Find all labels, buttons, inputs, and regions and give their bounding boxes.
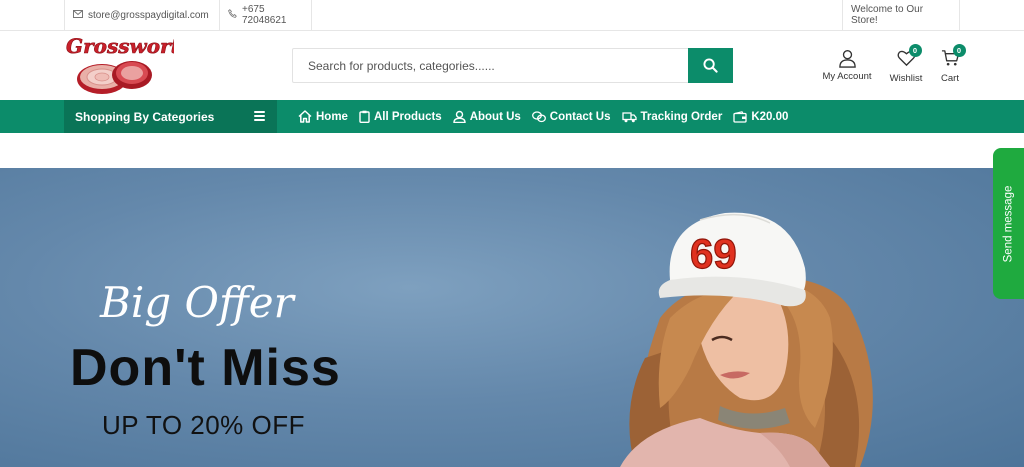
logo[interactable]: Grossworth <box>62 33 195 99</box>
nav-links: Home All Products About Us Contact Us Tr… <box>298 100 799 133</box>
wishlist-link[interactable]: 0 Wishlist <box>886 44 926 84</box>
main-nav: Shopping By Categories Home All Products… <box>0 100 1024 133</box>
hero-script-text: Big Offer <box>100 278 294 327</box>
welcome-message: Welcome to Our Store! <box>842 0 960 30</box>
search-bar <box>292 48 733 83</box>
home-icon <box>298 110 312 123</box>
wishlist-icon-wrap: 0 <box>897 44 922 70</box>
cap-number-text: 69 <box>690 230 737 277</box>
nav-wallet-label: K20.00 <box>751 110 789 123</box>
cart-label: Cart <box>941 73 959 84</box>
nav-tracking-order[interactable]: Tracking Order <box>621 110 723 123</box>
cart-count-badge: 0 <box>952 44 966 57</box>
hero-model-image: 69 <box>620 212 873 467</box>
hamburger-icon <box>254 111 265 121</box>
wishlist-label: Wishlist <box>889 73 923 84</box>
chat-icon <box>531 110 546 122</box>
nav-all-products[interactable]: All Products <box>359 110 442 123</box>
nav-contact-us-label: Contact Us <box>549 110 611 123</box>
search-input[interactable] <box>293 49 689 82</box>
wishlist-count-badge: 0 <box>908 44 922 57</box>
user-circle-icon <box>452 110 466 123</box>
nav-contact-us[interactable]: Contact Us <box>531 110 611 123</box>
user-icon <box>838 50 856 68</box>
svg-text:Grossworth: Grossworth <box>66 34 174 58</box>
my-account-link[interactable]: My Account <box>818 49 876 82</box>
hero-headline: Don't Miss <box>70 339 341 397</box>
cart-icon-wrap: 0 <box>941 44 966 70</box>
nav-all-products-label: All Products <box>373 110 442 123</box>
categories-label: Shopping By Categories <box>75 109 215 124</box>
nav-home-label: Home <box>316 110 348 123</box>
nav-wallet-balance[interactable]: K20.00 <box>733 111 788 123</box>
search-button[interactable] <box>688 48 733 83</box>
email-text: store@grosspaydigital.com <box>88 9 209 21</box>
phone-text: +675 72048621 <box>242 4 287 26</box>
clipboard-icon <box>359 110 370 123</box>
nav-home[interactable]: Home <box>298 110 348 123</box>
send-message-label: Send message <box>1002 185 1015 262</box>
send-message-widget[interactable]: Send message <box>993 148 1024 299</box>
cart-link[interactable]: 0 Cart <box>936 44 966 84</box>
nav-about-us[interactable]: About Us <box>452 110 521 123</box>
hero-subline: UP TO 20% OFF <box>102 410 306 440</box>
search-icon <box>703 58 718 73</box>
my-account-label: My Account <box>822 71 872 82</box>
top-bar: store@grosspaydigital.com +675 72048621 … <box>0 0 1024 31</box>
phone-icon <box>228 9 237 21</box>
truck-icon <box>621 111 637 122</box>
mail-icon <box>73 9 83 21</box>
phone-contact[interactable]: +675 72048621 <box>220 0 312 30</box>
email-contact[interactable]: store@grosspaydigital.com <box>64 0 220 30</box>
wallet-icon <box>733 110 747 123</box>
hero-banner[interactable]: Big Offer Don't Miss UP TO 20% OFF 69 <box>0 168 1024 467</box>
header: Grossworth My Account 0 Wishlist 0 Cart <box>0 31 1024 100</box>
shopping-by-categories-button[interactable]: Shopping By Categories <box>64 100 277 133</box>
nav-about-us-label: About Us <box>469 110 521 123</box>
nav-tracking-order-label: Tracking Order <box>640 110 723 123</box>
